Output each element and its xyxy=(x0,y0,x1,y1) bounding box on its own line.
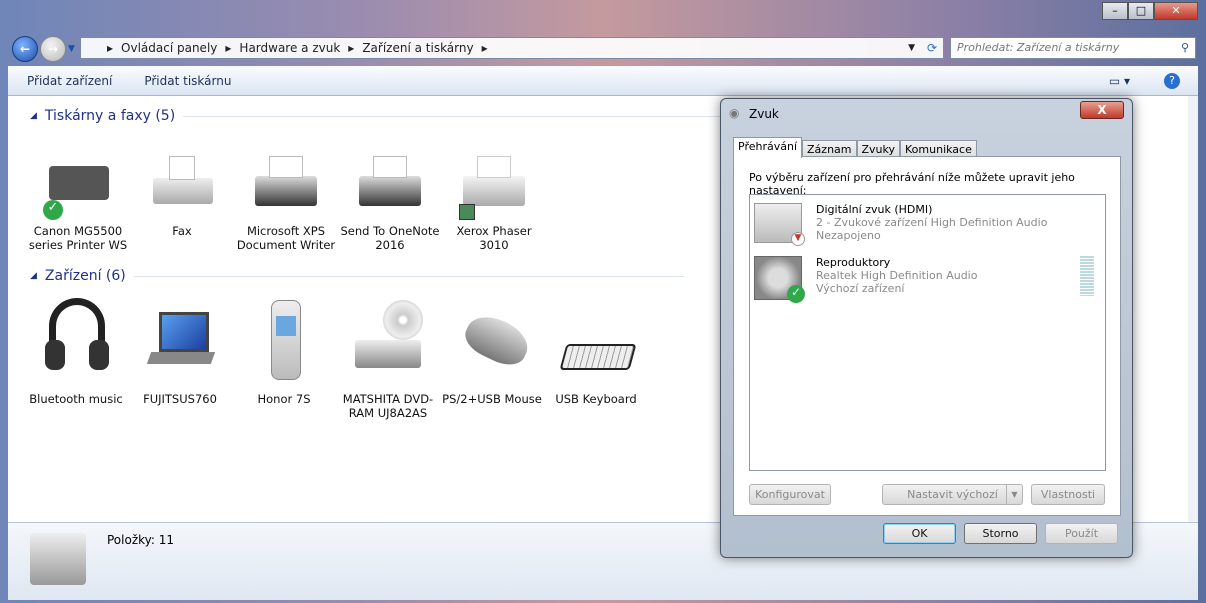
dialog-title: Zvuk xyxy=(749,107,779,121)
item-label: Send To OneNote 2016 xyxy=(340,224,440,252)
breadcrumb-arrow[interactable]: ▸ xyxy=(225,41,231,55)
apply-button[interactable]: Použít xyxy=(1045,523,1118,544)
device-name: Reproduktory xyxy=(816,256,891,269)
set-default-label: Nastavit výchozí xyxy=(907,488,998,501)
device-bluetooth-music[interactable]: Bluetooth music xyxy=(24,296,128,406)
default-check-icon: ✓ xyxy=(787,285,805,303)
chevron-down-icon[interactable]: ▼ xyxy=(1006,485,1022,504)
item-label: USB Keyboard xyxy=(555,392,637,406)
breadcrumb-arrow[interactable]: ▸ xyxy=(482,41,488,55)
printer-camera-icon xyxy=(30,533,86,585)
set-default-button[interactable]: Nastavit výchozí ▼ xyxy=(882,484,1023,505)
device-driver: 2 - Zvukové zařízení High Definition Aud… xyxy=(816,216,1048,229)
group-printers[interactable]: ◢ Tiskárny a faxy (5) xyxy=(30,108,734,124)
item-label: PS/2+USB Mouse xyxy=(442,392,542,406)
printer-xerox[interactable]: Xerox Phaser 3010 xyxy=(442,156,546,252)
group-devices[interactable]: ◢ Zařízení (6) xyxy=(30,268,684,284)
tab-playback[interactable]: Přehrávání xyxy=(733,137,803,158)
item-label: Honor 7S xyxy=(257,392,311,406)
shared-icon xyxy=(459,204,475,220)
maximize-button[interactable]: □ xyxy=(1128,2,1154,20)
device-hdmi[interactable]: ▼ Digitální zvuk (HDMI) 2 - Zvukové zaříz… xyxy=(754,203,1048,246)
forward-button[interactable]: → xyxy=(40,36,66,62)
breadcrumb-arrow[interactable]: ▸ xyxy=(348,41,354,55)
group-title: Zařízení (6) xyxy=(44,268,126,284)
printer-fax[interactable]: Fax xyxy=(130,156,234,238)
device-speakers[interactable]: ✓ Reproduktory Realtek High Definition Au… xyxy=(754,256,978,303)
breadcrumb-item[interactable]: Hardware a zvuk xyxy=(239,41,340,55)
printer-onenote[interactable]: Send To OneNote 2016 xyxy=(338,156,442,252)
scrollbar[interactable] xyxy=(1188,96,1198,522)
unplugged-icon: ▼ xyxy=(791,232,805,246)
volume-meter xyxy=(1080,256,1094,296)
search-placeholder: Prohledat: Zařízení a tiskárny xyxy=(957,41,1120,54)
printer-canon[interactable]: ✓ Canon MG5500 series Printer WS xyxy=(26,156,130,252)
back-button[interactable]: ← xyxy=(12,36,38,62)
item-label: Microsoft XPS Document Writer xyxy=(236,224,336,252)
item-label: Bluetooth music xyxy=(29,392,123,406)
printer-icon xyxy=(459,156,529,220)
search-input[interactable]: Prohledat: Zařízení a tiskárny ⚲ xyxy=(950,37,1196,59)
ok-button[interactable]: OK xyxy=(883,523,956,544)
speaker-icon: ◉ xyxy=(729,106,740,120)
fax-icon xyxy=(147,156,217,218)
address-bar[interactable]: ▸ Ovládací panely ▸ Hardware a zvuk ▸ Zaří… xyxy=(80,37,944,59)
device-dvd[interactable]: MATSHITA DVD-RAM UJ8A2AS xyxy=(336,296,440,420)
device-fujitsu[interactable]: FUJITSUS760 xyxy=(128,296,232,406)
device-state: Nezapojeno xyxy=(816,229,881,242)
dvd-drive-icon xyxy=(353,296,423,386)
playback-device-list[interactable]: ▼ Digitální zvuk (HDMI) 2 - Zvukové zaříz… xyxy=(749,194,1106,471)
printer-icon xyxy=(355,156,425,218)
keyboard-icon xyxy=(559,296,637,386)
printer-icon: ✓ xyxy=(43,156,113,220)
configure-button[interactable]: Konfigurovat xyxy=(749,484,831,505)
item-label: Xerox Phaser 3010 xyxy=(456,224,532,252)
item-count: Položky: 11 xyxy=(107,533,175,547)
breadcrumb-item[interactable]: Zařízení a tiskárny xyxy=(362,41,473,55)
add-device-button[interactable]: Přidat zařízení xyxy=(27,74,112,88)
mouse-icon xyxy=(457,296,535,386)
cancel-button[interactable]: Storno xyxy=(964,523,1037,544)
device-mouse[interactable]: PS/2+USB Mouse xyxy=(440,296,544,406)
headphones-icon xyxy=(41,296,111,386)
speaker-device-icon: ✓ xyxy=(754,256,805,303)
item-label: Fax xyxy=(172,224,192,238)
add-printer-button[interactable]: Přidat tiskárnu xyxy=(144,74,231,88)
toolbar: Přidat zařízení Přidat tiskárnu ▭ ▾ ? xyxy=(8,66,1198,96)
minimize-button[interactable]: – xyxy=(1102,2,1128,20)
breadcrumb-item[interactable]: Ovládací panely xyxy=(121,41,217,55)
view-options-icon[interactable]: ▭ ▾ xyxy=(1109,74,1130,88)
default-check-icon: ✓ xyxy=(43,200,63,220)
device-driver: Realtek High Definition Audio xyxy=(816,269,978,282)
refresh-icon[interactable]: ⟳ xyxy=(927,41,937,55)
laptop-icon xyxy=(145,296,216,386)
tab-panel: Po výběru zařízení pro přehrávání níže m… xyxy=(733,156,1121,516)
nav-buttons: ← → ▼ xyxy=(12,36,75,62)
device-name: Digitální zvuk (HDMI) xyxy=(816,203,933,216)
close-button[interactable]: ✕ xyxy=(1154,2,1198,20)
dropdown-icon[interactable]: ▼ xyxy=(908,43,915,53)
device-honor[interactable]: Honor 7S xyxy=(232,296,336,406)
device-state: Výchozí zařízení xyxy=(816,282,905,295)
item-label: Canon MG5500 series Printer WS xyxy=(28,224,128,252)
breadcrumb-arrow[interactable]: ▸ xyxy=(107,41,113,55)
properties-button[interactable]: Vlastnosti xyxy=(1031,484,1105,505)
dialog-close-button[interactable]: X xyxy=(1080,101,1124,119)
search-icon[interactable]: ⚲ xyxy=(1181,41,1189,54)
monitor-icon: ▼ xyxy=(754,203,805,246)
recent-pages-icon[interactable]: ▼ xyxy=(68,44,75,54)
sound-dialog: ◉ Zvuk X Přehrávání Záznam Zvuky Komunik… xyxy=(720,98,1133,558)
printer-icon xyxy=(251,156,321,218)
phone-icon xyxy=(249,296,319,386)
item-label: MATSHITA DVD-RAM UJ8A2AS xyxy=(342,392,434,420)
item-label: FUJITSUS760 xyxy=(143,392,217,406)
help-icon[interactable]: ? xyxy=(1164,72,1180,89)
window-controls: – □ ✕ xyxy=(1102,2,1198,20)
group-title: Tiskárny a faxy (5) xyxy=(44,108,176,124)
tab-strip: Přehrávání Záznam Zvuky Komunikace xyxy=(733,137,977,158)
printer-xps[interactable]: Microsoft XPS Document Writer xyxy=(234,156,338,252)
device-keyboard[interactable]: USB Keyboard xyxy=(544,296,648,406)
